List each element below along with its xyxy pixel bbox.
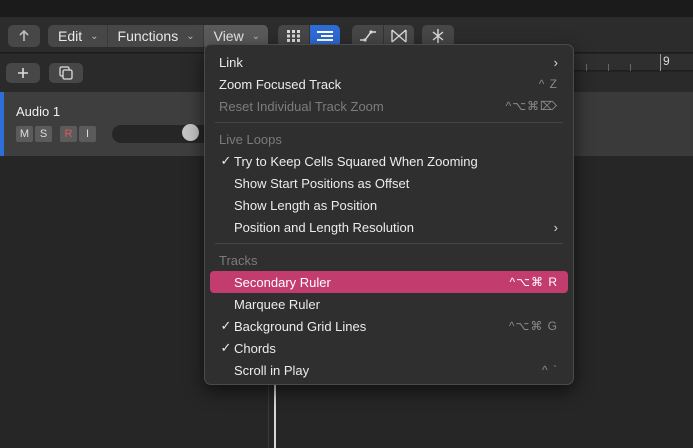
bar-ruler[interactable]: 9 — [570, 54, 693, 71]
track-header[interactable]: Audio 1 M S R I — [0, 92, 210, 156]
menu-item-marquee-ruler[interactable]: Marquee Ruler — [210, 293, 568, 315]
menu-item-label: Show Start Positions as Offset — [234, 175, 410, 191]
menu-item-label: Position and Length Resolution — [234, 219, 414, 235]
back-arrow-button[interactable] — [8, 25, 40, 47]
menu-item-reset-track-zoom: Reset Individual Track Zoom ^⌥⌘⌦ — [210, 95, 568, 117]
menu-item-label: Scroll in Play — [234, 362, 310, 378]
mute-button[interactable]: M — [16, 126, 33, 142]
edit-menu-button[interactable]: Edit ⌄ — [48, 25, 108, 47]
menu-item-shortcut: ^ Z — [538, 77, 558, 91]
checkmark-icon: ✓ — [220, 340, 232, 355]
menu-item-label: Zoom Focused Track — [219, 76, 342, 92]
menu-item-keep-cells-squared[interactable]: ✓ Try to Keep Cells Squared When Zooming — [210, 150, 568, 172]
functions-menu-label: Functions — [117, 28, 179, 44]
menu-item-zoom-focused-track[interactable]: Zoom Focused Track ^ Z — [210, 73, 568, 95]
ruler-tick — [630, 64, 631, 71]
secondary-ruler[interactable] — [570, 72, 693, 92]
empty-track-area — [0, 156, 206, 448]
volume-knob[interactable] — [182, 124, 199, 141]
track-lane[interactable] — [570, 92, 693, 156]
menu-item-show-length[interactable]: Show Length as Position — [210, 194, 568, 216]
checkmark-icon: ✓ — [220, 318, 232, 333]
menu-item-label: Show Length as Position — [234, 197, 378, 213]
chevron-right-icon: › — [553, 219, 558, 235]
chevron-down-icon: ⌄ — [90, 30, 99, 42]
track-buttons: M S R I — [16, 126, 96, 142]
menu-item-show-start-positions[interactable]: Show Start Positions as Offset — [210, 172, 568, 194]
grid-line — [268, 380, 269, 448]
add-track-button[interactable] — [6, 63, 40, 83]
menu-item-label: Reset Individual Track Zoom — [219, 98, 384, 114]
chevron-down-icon: ⌄ — [251, 30, 261, 42]
automation-curve-icon — [359, 30, 376, 42]
menu-item-scroll-in-play[interactable]: Scroll in Play ^ ` — [210, 359, 568, 381]
menu-section-tracks: Tracks — [219, 252, 258, 268]
menu-item-chords[interactable]: ✓ Chords — [210, 337, 568, 359]
plus-icon — [18, 68, 28, 78]
menu-item-link[interactable]: Link › — [210, 51, 568, 73]
edit-menu-label: Edit — [58, 28, 83, 44]
up-arrow-icon — [19, 29, 29, 41]
ruler-bar-line — [660, 54, 661, 71]
checkmark-icon: ✓ — [220, 153, 232, 168]
grid-icon — [286, 30, 300, 42]
playhead[interactable] — [274, 380, 276, 448]
menu-item-label: Marquee Ruler — [234, 296, 320, 312]
track-header-bar — [0, 54, 206, 92]
menu-separator — [215, 243, 563, 244]
catch-playhead-icon — [432, 29, 444, 43]
flex-icon — [391, 29, 407, 43]
functions-menu-button[interactable]: Functions ⌄ — [108, 25, 204, 47]
chevron-down-icon: ⌄ — [186, 30, 195, 42]
ruler-bar-number: 9 — [663, 54, 670, 68]
record-enable-button[interactable]: R — [60, 126, 77, 142]
tracks-icon — [317, 31, 333, 41]
menu-section-live-loops: Live Loops — [219, 131, 282, 147]
menu-item-label: Secondary Ruler — [234, 274, 331, 290]
menu-item-shortcut: ^⌥⌘⌦ — [505, 99, 558, 113]
menu-item-label: Link — [219, 54, 243, 70]
view-dropdown-menu: Link › Zoom Focused Track ^ Z Reset Indi… — [204, 44, 574, 385]
menu-item-background-grid-lines[interactable]: ✓ Background Grid Lines ^⌥⌘ G — [210, 315, 568, 337]
menu-item-shortcut: ^⌥⌘ G — [508, 319, 558, 333]
track-name: Audio 1 — [16, 104, 61, 119]
menu-item-secondary-ruler[interactable]: Secondary Ruler ^⌥⌘ R — [210, 271, 568, 293]
menu-separator — [215, 122, 563, 123]
ruler-tick — [608, 64, 609, 71]
menu-item-label: Background Grid Lines — [234, 318, 367, 334]
menu-item-label: Try to Keep Cells Squared When Zooming — [234, 153, 478, 169]
solo-button[interactable]: S — [35, 126, 52, 142]
menu-item-position-length-resolution[interactable]: Position and Length Resolution › — [210, 216, 568, 238]
menu-item-shortcut: ^ ` — [542, 363, 558, 377]
ruler-tick — [586, 64, 587, 71]
duplicate-icon — [59, 66, 73, 80]
menu-item-shortcut: ^⌥⌘ R — [509, 275, 558, 289]
menu-item-label: Chords — [234, 340, 276, 356]
view-menu-label: View — [213, 28, 244, 44]
duplicate-track-button[interactable] — [49, 63, 83, 83]
input-monitor-button[interactable]: I — [79, 126, 96, 142]
chevron-right-icon: › — [553, 54, 558, 70]
title-strip — [0, 0, 693, 17]
